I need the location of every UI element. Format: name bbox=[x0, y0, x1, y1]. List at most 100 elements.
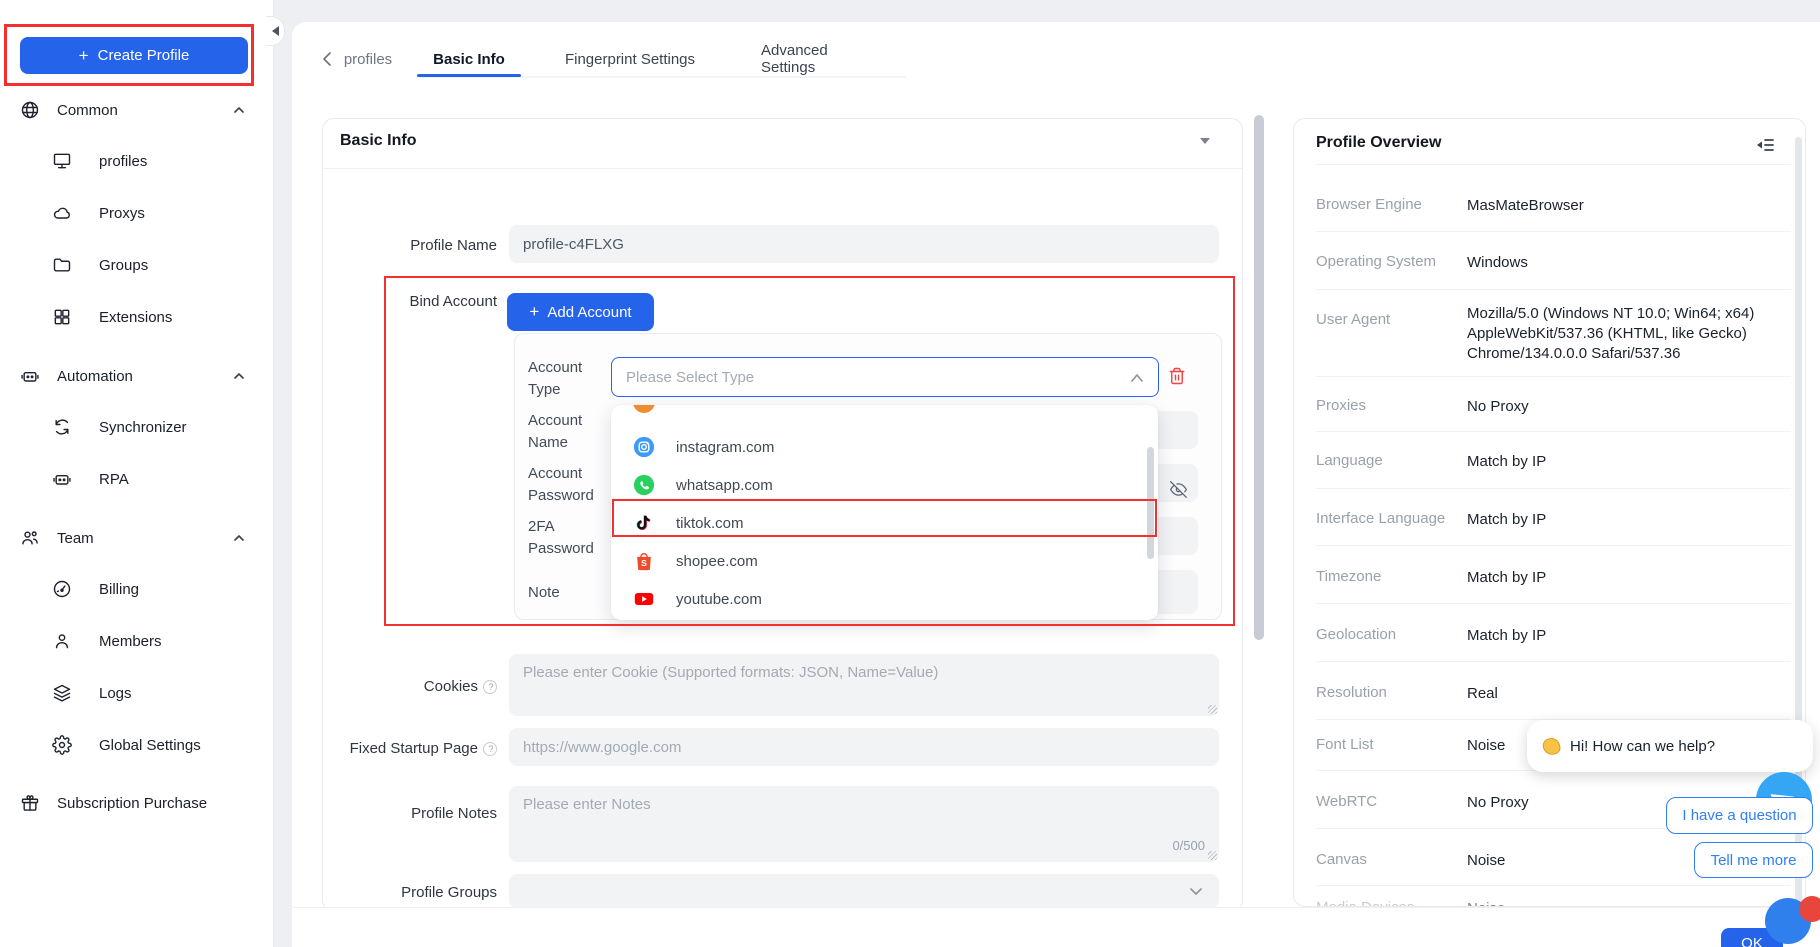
sidebar-item-groups[interactable]: Groups bbox=[0, 248, 274, 282]
profile-groups-select[interactable] bbox=[509, 874, 1219, 908]
divider bbox=[1316, 488, 1791, 489]
dropdown-option-youtube[interactable]: youtube.com bbox=[611, 580, 1158, 618]
cookies-textarea[interactable] bbox=[509, 654, 1219, 716]
robot-icon bbox=[52, 469, 72, 489]
shopee-icon: S bbox=[633, 550, 655, 572]
grid-icon bbox=[52, 307, 72, 327]
help-icon[interactable] bbox=[483, 742, 497, 756]
sidebar-item-billing[interactable]: Billing bbox=[0, 572, 274, 606]
dropdown-option-shopee[interactable]: S shopee.com bbox=[611, 542, 1158, 580]
breadcrumb-profiles-link[interactable]: profiles bbox=[338, 48, 398, 70]
notes-char-counter: 0/500 bbox=[1160, 838, 1205, 853]
fixed-startup-page-label: Fixed Startup Page bbox=[300, 740, 497, 757]
tab-advanced-settings[interactable]: Advanced Settings bbox=[761, 48, 885, 70]
plus-icon: + bbox=[529, 302, 539, 322]
sidebar-section-automation[interactable]: Automation bbox=[0, 359, 274, 393]
cookies-label: Cookies bbox=[300, 678, 497, 695]
sidebar-item-extensions[interactable]: Extensions bbox=[0, 300, 274, 334]
sidebar: + Create Profile Common profiles Proxys … bbox=[0, 0, 274, 947]
profile-name-input[interactable] bbox=[509, 225, 1219, 263]
chevron-up-icon bbox=[1130, 373, 1144, 383]
overview-row-value: Mozilla/5.0 (Windows NT 10.0; Win64; x64… bbox=[1467, 304, 1793, 364]
sidebar-item-members[interactable]: Members bbox=[0, 624, 274, 658]
sidebar-item-rpa[interactable]: RPA bbox=[0, 462, 274, 496]
team-icon bbox=[20, 528, 40, 548]
chat-notification-badge bbox=[1799, 896, 1820, 922]
collapse-arrow-icon bbox=[272, 26, 279, 36]
overview-row-value: Real bbox=[1467, 684, 1793, 704]
dropdown-option-whatsapp[interactable]: whatsapp.com bbox=[611, 466, 1158, 504]
dropdown-scrollbar[interactable] bbox=[1147, 447, 1154, 559]
tab-basic-info[interactable]: Basic Info bbox=[417, 48, 521, 70]
sidebar-section-team[interactable]: Team bbox=[0, 521, 274, 555]
collapse-card-chevron-icon[interactable] bbox=[1200, 138, 1210, 144]
sidebar-item-global-settings[interactable]: Global Settings bbox=[0, 728, 274, 762]
dropdown-option-tiktok[interactable]: tiktok.com bbox=[611, 504, 1158, 542]
overview-row-value: Match by IP bbox=[1467, 626, 1793, 646]
help-icon[interactable] bbox=[483, 680, 497, 694]
account-type-placeholder: Please Select Type bbox=[626, 369, 754, 386]
overview-row-label: Proxies bbox=[1316, 397, 1366, 414]
chat-more-button[interactable]: Tell me more bbox=[1694, 842, 1813, 878]
profile-notes-textarea[interactable] bbox=[509, 786, 1219, 862]
divider bbox=[1316, 289, 1791, 290]
overview-row-value: No Proxy bbox=[1467, 397, 1793, 417]
folder-icon bbox=[52, 255, 72, 275]
overview-row-value: Windows bbox=[1467, 253, 1793, 273]
sidebar-collapse-button[interactable] bbox=[266, 16, 285, 46]
chat-greeting-bubble: Hi! How can we help? bbox=[1527, 720, 1813, 772]
footer-bar bbox=[292, 907, 1820, 947]
plus-icon: + bbox=[79, 46, 89, 66]
main-scrollbar[interactable] bbox=[1254, 115, 1264, 640]
sidebar-item-logs[interactable]: Logs bbox=[0, 676, 274, 710]
account-type-label: AccountType bbox=[528, 357, 582, 401]
monitor-icon bbox=[52, 151, 72, 171]
divider bbox=[1316, 545, 1791, 546]
app-screen: profiles Basic Info Fingerprint Settings… bbox=[0, 0, 1820, 947]
dropdown-option-instagram[interactable]: instagram.com bbox=[611, 428, 1158, 466]
profile-groups-label: Profile Groups bbox=[300, 884, 497, 901]
sidebar-item-proxys[interactable]: Proxys bbox=[0, 196, 274, 230]
gear-icon bbox=[52, 735, 72, 755]
profile-overview-card: Profile Overview Browser Engine MasMateB… bbox=[1293, 118, 1806, 907]
divider bbox=[1316, 431, 1791, 432]
overview-row-label: Timezone bbox=[1316, 568, 1381, 585]
globe-icon bbox=[20, 100, 40, 120]
back-chevron-icon[interactable] bbox=[321, 51, 335, 71]
gift-icon bbox=[20, 793, 40, 813]
layers-icon bbox=[52, 683, 72, 703]
delete-account-trash-icon[interactable] bbox=[1168, 366, 1186, 390]
resize-handle-icon[interactable] bbox=[1208, 705, 1217, 714]
overview-row-label: Resolution bbox=[1316, 684, 1387, 701]
cloud-icon bbox=[52, 203, 72, 223]
profile-name-label: Profile Name bbox=[300, 237, 497, 254]
overview-row-label: Language bbox=[1316, 452, 1383, 469]
overview-row-label: Geolocation bbox=[1316, 626, 1396, 643]
collapse-panel-icon[interactable] bbox=[1756, 137, 1774, 157]
overview-row-label: WebRTC bbox=[1316, 793, 1377, 810]
tab-fingerprint-settings[interactable]: Fingerprint Settings bbox=[564, 48, 696, 70]
chat-question-button[interactable]: I have a question bbox=[1666, 797, 1813, 834]
overview-row-value: Match by IP bbox=[1467, 452, 1793, 472]
fixed-startup-page-input[interactable] bbox=[509, 728, 1219, 766]
resize-handle-icon[interactable] bbox=[1208, 851, 1217, 860]
create-profile-button[interactable]: + Create Profile bbox=[20, 37, 248, 74]
sidebar-item-subscription-purchase[interactable]: Subscription Purchase bbox=[0, 786, 274, 820]
chevron-up-icon bbox=[232, 531, 246, 545]
account-type-select[interactable]: Please Select Type bbox=[611, 357, 1159, 397]
divider bbox=[1316, 661, 1791, 662]
divider bbox=[1316, 603, 1791, 604]
note-label: Note bbox=[528, 582, 560, 604]
sidebar-item-profiles[interactable]: profiles bbox=[0, 144, 274, 178]
overview-row-value: MasMateBrowser bbox=[1467, 196, 1793, 216]
sidebar-item-synchronizer[interactable]: Synchronizer bbox=[0, 410, 274, 444]
tiktok-icon bbox=[633, 512, 655, 534]
divider bbox=[1316, 885, 1791, 886]
divider bbox=[1316, 164, 1791, 165]
overview-row-value: Match by IP bbox=[1467, 568, 1793, 588]
sidebar-section-common[interactable]: Common bbox=[0, 93, 274, 127]
add-account-button[interactable]: + Add Account bbox=[507, 293, 654, 331]
svg-text:S: S bbox=[641, 558, 647, 568]
eye-off-icon[interactable] bbox=[1170, 481, 1187, 502]
sync-icon bbox=[52, 417, 72, 437]
